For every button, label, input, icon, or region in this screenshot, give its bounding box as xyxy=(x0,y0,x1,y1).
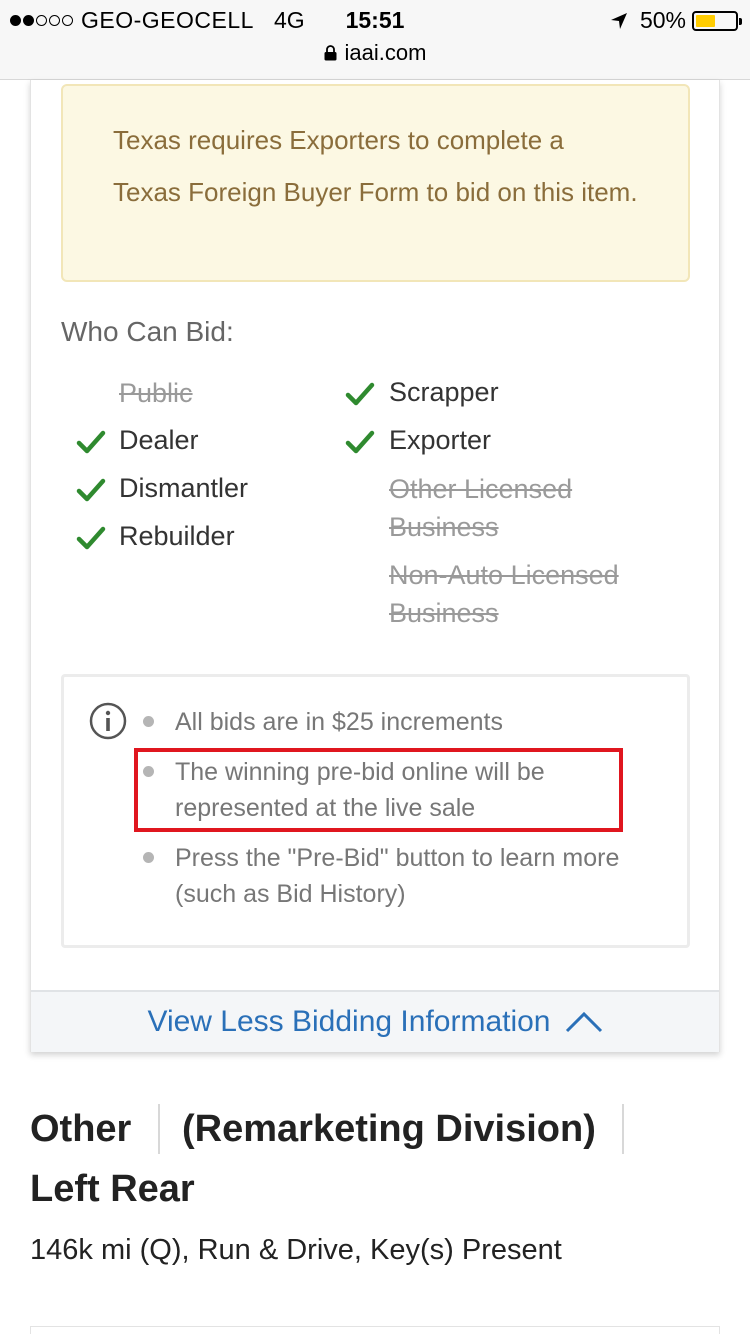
bidder-type-other-licensed: Other Licensed Business xyxy=(389,474,573,542)
highlight-box xyxy=(134,748,623,832)
bid-info-prebid-button: Press the "Pre-Bid" button to learn more… xyxy=(175,844,620,908)
title-divider xyxy=(622,1104,624,1154)
url-bar[interactable]: iaai.com xyxy=(0,40,750,66)
vehicle-damage-location: Left Rear xyxy=(30,1168,195,1210)
who-can-bid-label: Who Can Bid: xyxy=(61,316,234,347)
bidder-type-non-auto-licensed: Non-Auto Licensed Business xyxy=(389,560,619,628)
location-arrow-icon xyxy=(610,12,627,29)
info-icon xyxy=(89,702,127,740)
next-card-edge xyxy=(30,1326,720,1334)
url-text: iaai.com xyxy=(344,40,427,65)
view-less-bidding-info-button[interactable]: View Less Bidding Information xyxy=(31,990,719,1052)
bidding-info-card: Texas requires Exporters to complete a T… xyxy=(30,80,720,1052)
status-right: 50% xyxy=(610,7,742,34)
bidder-type-scrapper: Scrapper xyxy=(389,377,499,407)
bidder-type-rebuilder: Rebuilder xyxy=(119,521,235,551)
lock-icon xyxy=(324,45,337,61)
status-bar: GEO-GEOCELL 4G 15:51 50% iaai.com xyxy=(0,0,750,80)
bullet-icon xyxy=(143,852,154,863)
vehicle-title-make: Other xyxy=(30,1108,132,1150)
bid-info-increments: All bids are in $25 increments xyxy=(175,708,503,736)
view-less-label: View Less Bidding Information xyxy=(147,1005,551,1038)
title-divider xyxy=(158,1104,160,1154)
bidder-type-public: Public xyxy=(119,378,193,408)
battery-percent: 50% xyxy=(639,7,686,33)
check-icon xyxy=(76,526,106,550)
battery-icon xyxy=(692,10,742,31)
vehicle-title-division: (Remarketing Division) xyxy=(182,1108,596,1150)
check-icon xyxy=(345,430,375,454)
texas-exporter-notice: Texas requires Exporters to complete a T… xyxy=(61,84,690,282)
check-icon xyxy=(345,382,375,406)
chevron-up-icon xyxy=(565,1011,602,1033)
bidder-type-dismantler: Dismantler xyxy=(119,473,249,503)
bidder-type-dealer: Dealer xyxy=(119,425,199,455)
vehicle-summary: 146k mi (Q), Run & Drive, Key(s) Present xyxy=(30,1234,562,1266)
check-icon xyxy=(76,430,106,454)
bullet-icon xyxy=(143,716,154,727)
bidder-type-exporter: Exporter xyxy=(389,425,492,455)
check-icon xyxy=(76,478,106,502)
